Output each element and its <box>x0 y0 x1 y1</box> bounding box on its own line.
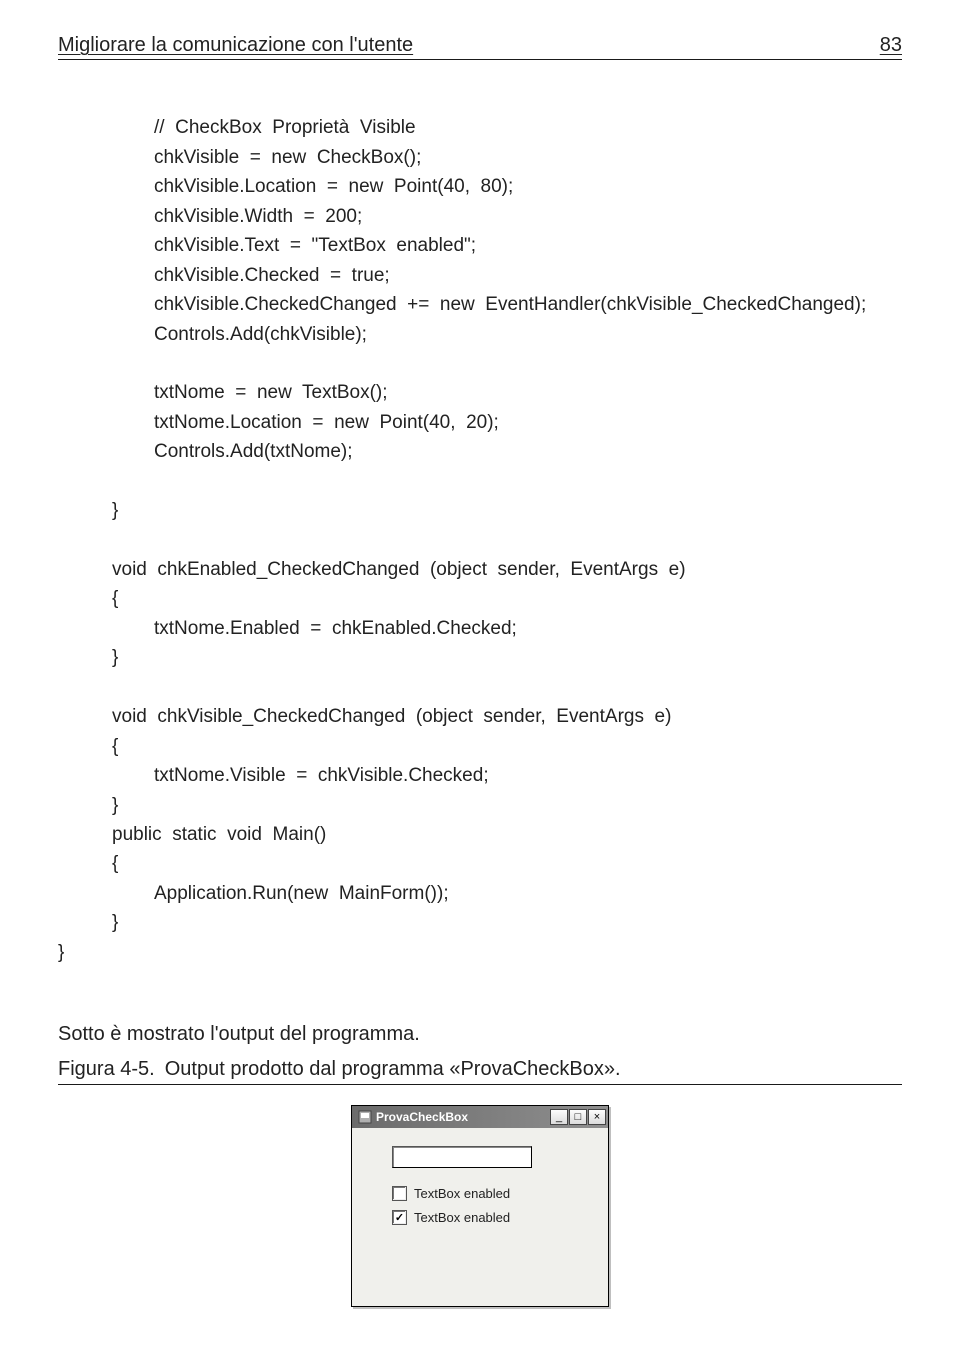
code-line: chkVisible.Text = "TextBox enabled"; <box>58 235 476 256</box>
code-line: txtNome.Enabled = chkEnabled.Checked; <box>58 618 517 639</box>
code-line: txtNome = new TextBox(); <box>58 382 388 403</box>
maximize-icon: □ <box>575 1112 582 1122</box>
close-button[interactable]: × <box>588 1109 606 1125</box>
code-line <box>58 353 154 374</box>
minimize-button[interactable]: _ <box>550 1109 568 1125</box>
chkvisible-checkbox[interactable]: ✓ TextBox enabled <box>392 1210 510 1225</box>
code-line: txtNome.Visible = chkVisible.Checked; <box>58 765 489 786</box>
output-intro: Sotto è mostrato l'output del programma. <box>58 1023 902 1046</box>
code-block: // CheckBox Proprietà Visible chkVisible… <box>58 84 902 997</box>
code-line: } <box>58 500 118 521</box>
code-line: { <box>58 736 118 757</box>
code-line: txtNome.Location = new Point(40, 20); <box>58 412 499 433</box>
code-line: chkVisible.Width = 200; <box>58 206 362 227</box>
code-line <box>58 471 154 492</box>
code-line: } <box>58 647 118 668</box>
code-line: chkVisible.Location = new Point(40, 80); <box>58 176 513 197</box>
checkbox-label: TextBox enabled <box>414 1210 510 1225</box>
figure-label: Figura 4-5. <box>58 1058 155 1081</box>
code-line: { <box>58 588 118 609</box>
code-line: } <box>58 912 118 933</box>
figure-title: Output prodotto dal programma «ProvaChec… <box>165 1058 621 1081</box>
sample-window: ProvaCheckBox _ □ × TextBox enabled ✓ Te… <box>351 1105 609 1307</box>
code-line: { <box>58 853 118 874</box>
code-line: chkVisible.CheckedChanged += new EventHa… <box>58 294 866 315</box>
code-line: } <box>58 795 118 816</box>
txtnome-input[interactable] <box>392 1146 532 1168</box>
page-header: Migliorare la comunicazione con l'utente… <box>58 34 902 60</box>
code-line: chkVisible = new CheckBox(); <box>58 147 421 168</box>
code-line: } <box>58 942 64 963</box>
code-line: public static void Main() <box>58 824 326 845</box>
maximize-button[interactable]: □ <box>569 1109 587 1125</box>
window-title: ProvaCheckBox <box>376 1110 550 1124</box>
figure-caption: Figura 4-5. Output prodotto dal programm… <box>58 1058 902 1085</box>
code-line: void chkEnabled_CheckedChanged (object s… <box>58 559 686 580</box>
code-line: void chkVisible_CheckedChanged (object s… <box>58 706 671 727</box>
window-system-icon <box>358 1110 372 1124</box>
code-line: Application.Run(new MainForm()); <box>58 883 449 904</box>
checkbox-box-checked: ✓ <box>392 1210 407 1225</box>
code-line: chkVisible.Checked = true; <box>58 265 390 286</box>
checkbox-box-empty <box>392 1186 407 1201</box>
code-line: Controls.Add(txtNome); <box>58 441 353 462</box>
header-title: Migliorare la comunicazione con l'utente <box>58 34 413 57</box>
code-line: Controls.Add(chkVisible); <box>58 324 367 345</box>
chkenabled-checkbox[interactable]: TextBox enabled <box>392 1186 510 1201</box>
code-line: // CheckBox Proprietà Visible <box>58 117 416 138</box>
window-client-area: TextBox enabled ✓ TextBox enabled <box>352 1128 608 1306</box>
checkbox-label: TextBox enabled <box>414 1186 510 1201</box>
window-titlebar: ProvaCheckBox _ □ × <box>352 1106 608 1128</box>
page-number: 83 <box>880 34 902 57</box>
code-line <box>58 677 112 698</box>
close-icon: × <box>594 1112 600 1122</box>
minimize-icon: _ <box>556 1112 562 1122</box>
code-line <box>58 530 112 551</box>
